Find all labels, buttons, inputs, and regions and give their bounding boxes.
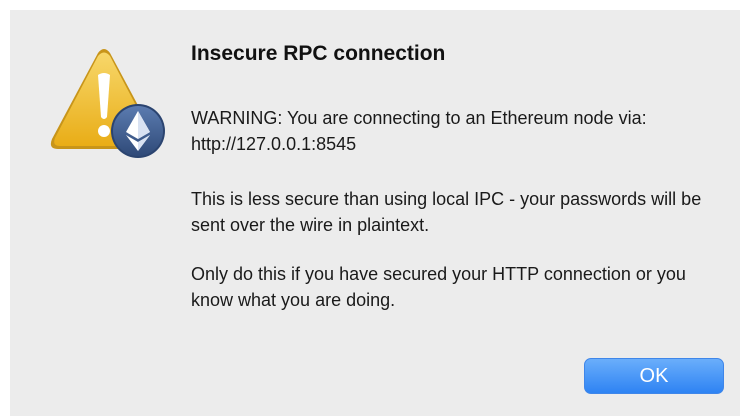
dialog-title: Insecure RPC connection xyxy=(191,42,446,65)
ok-button[interactable]: OK xyxy=(584,358,724,394)
ethereum-badge-icon xyxy=(111,104,165,158)
advice-note: Only do this if you have secured your HT… xyxy=(191,264,686,310)
warning-icon xyxy=(42,47,172,167)
security-note: This is less secure than using local IPC… xyxy=(191,189,702,235)
alert-dialog: Insecure RPC connection WARNING: You are… xyxy=(10,10,740,416)
warning-message: WARNING: You are connecting to an Ethere… xyxy=(191,108,647,154)
